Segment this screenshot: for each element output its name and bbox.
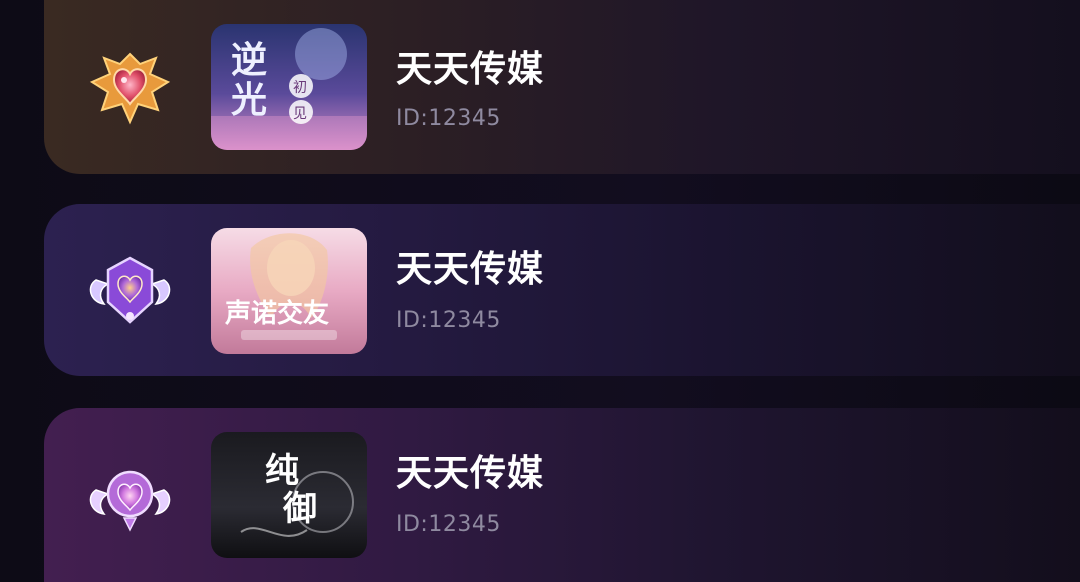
room-id: ID:12345: [396, 308, 501, 333]
list-item[interactable]: 声诺交友 天天传媒 ID:12345: [44, 204, 1080, 376]
svg-text:逆: 逆: [231, 39, 267, 81]
room-cover-image: 声诺交友: [211, 228, 367, 354]
svg-text:纯: 纯: [265, 451, 299, 491]
svg-text:声诺交友: 声诺交友: [225, 298, 329, 329]
svg-text:初: 初: [293, 79, 307, 96]
room-cover-image: 逆 光 初 见: [211, 24, 367, 150]
room-id: ID:12345: [396, 512, 501, 537]
room-id: ID:12345: [396, 106, 501, 131]
room-title: 天天传媒: [396, 249, 545, 290]
violet-winged-heart-icon: [82, 456, 178, 540]
room-list-page: 逆 光 初 见 天天传媒 ID:12345 声诺交友 天天传媒 ID:12345…: [0, 0, 1080, 582]
svg-text:光: 光: [231, 79, 267, 121]
list-item[interactable]: 纯 御 天天传媒 ID:12345: [44, 408, 1080, 582]
svg-text:御: 御: [282, 489, 317, 529]
purple-winged-heart-icon: [82, 250, 178, 334]
room-title: 天天传媒: [396, 453, 545, 494]
list-item[interactable]: 逆 光 初 见 天天传媒 ID:12345: [44, 0, 1080, 174]
svg-text:见: 见: [293, 106, 307, 122]
room-cover-image: 纯 御: [211, 432, 367, 558]
gold-heart-crest-icon: [82, 48, 178, 132]
room-title: 天天传媒: [396, 49, 545, 90]
